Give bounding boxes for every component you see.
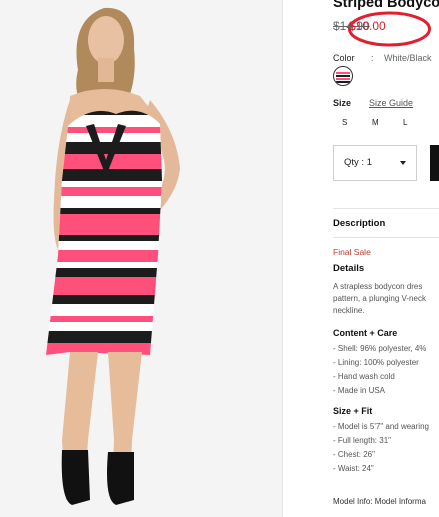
size-fit-item: - Waist: 24" — [333, 464, 374, 473]
final-sale-label: Final Sale — [333, 247, 371, 257]
description-heading[interactable]: Description — [333, 218, 385, 229]
content-care-item: - Lining: 100% polyester — [333, 358, 419, 367]
size-fit-item: - Chest: 26" — [333, 450, 375, 459]
content-care-item: - Hand wash cold — [333, 372, 395, 381]
divider — [333, 237, 439, 238]
striped-dress — [46, 110, 162, 356]
color-value: White/Black — [384, 53, 432, 63]
quantity-value: Qty : 1 — [344, 157, 372, 168]
sale-price: $10.00 — [349, 19, 386, 33]
color-label: Color — [333, 53, 355, 63]
content-care-heading: Content + Care — [333, 328, 398, 338]
size-option-s[interactable]: S — [342, 118, 347, 127]
size-fit-heading: Size + Fit — [333, 406, 373, 416]
add-to-bag-button[interactable] — [430, 145, 439, 181]
size-fit-item: - Model is 5'7" and wearing — [333, 422, 429, 431]
details-text: A strapless bodycon dres — [333, 282, 423, 291]
details-text: neckline. — [333, 306, 365, 315]
model-info-text: Model Info: Model Informa — [333, 497, 426, 506]
size-option-l[interactable]: L — [403, 118, 407, 127]
details-heading: Details — [333, 263, 365, 274]
product-image[interactable] — [0, 0, 282, 517]
chevron-down-icon — [400, 161, 406, 165]
content-care-item: - Shell: 96% polyester, 4% — [333, 344, 427, 353]
quantity-select[interactable]: Qty : 1 — [333, 145, 417, 181]
size-label: Size — [333, 98, 352, 108]
size-guide-link[interactable]: Size Guide — [369, 98, 413, 108]
product-info: Striped Bodycon $14.90 $10.00 Color : Wh… — [333, 0, 439, 517]
size-fit-item: - Full length: 31" — [333, 436, 391, 445]
panel-divider — [282, 0, 283, 517]
product-title: Striped Bodycon — [333, 0, 439, 11]
size-option-m[interactable]: M — [372, 118, 379, 127]
color-separator: : — [371, 53, 374, 63]
content-care-item: - Made in USA — [333, 386, 386, 395]
color-swatch-white-black[interactable] — [333, 66, 353, 86]
details-text: pattern, a plunging V-neck — [333, 294, 426, 303]
divider — [333, 208, 439, 209]
model-photo — [46, 7, 180, 505]
